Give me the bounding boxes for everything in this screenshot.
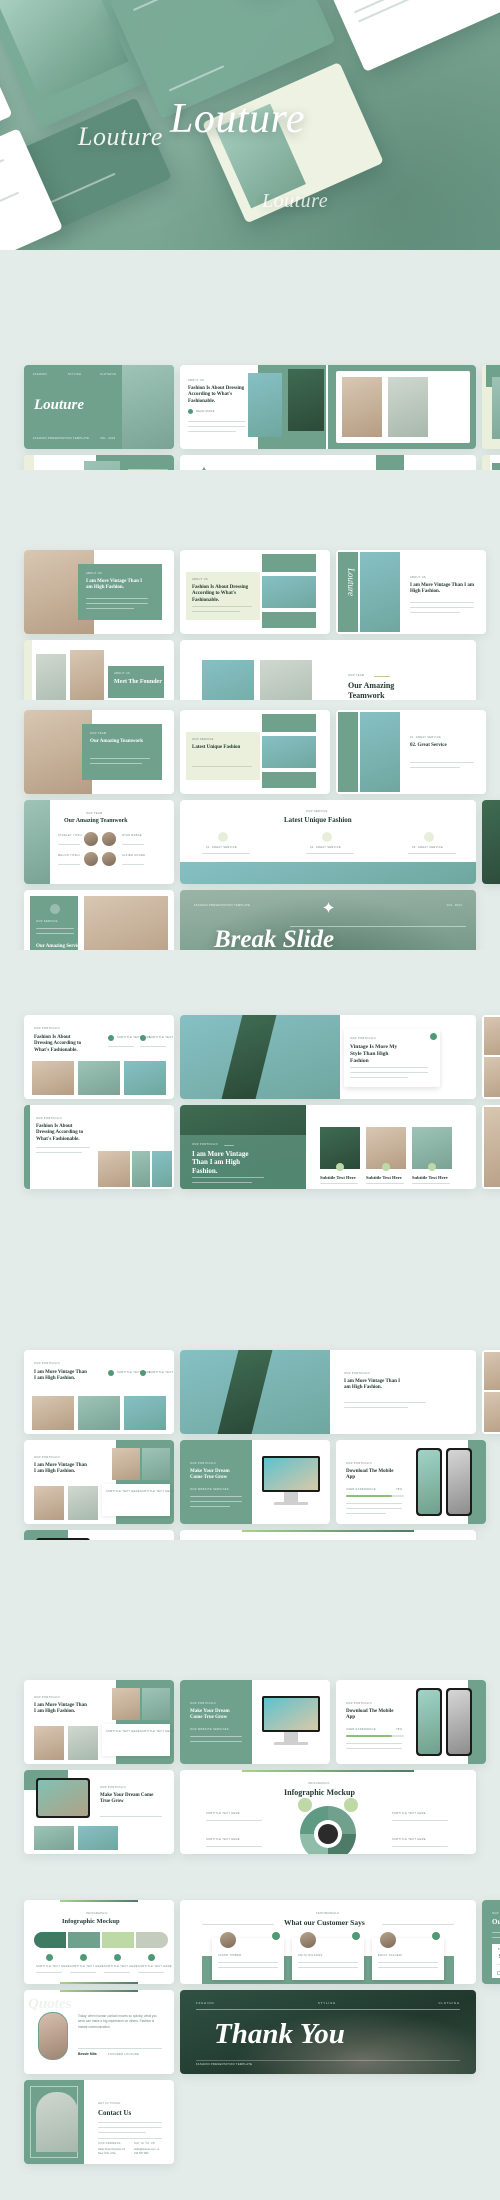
slide-mobile-app: OUR PORTFOLIO Download The Mobile App Us…: [336, 1440, 486, 1524]
slide-fashion-dressing: ABOUT US Fashion Is About Dressing Accor…: [180, 550, 330, 634]
slide-portfolio-large: OUR PORTFOLIO I am More Vintage Than I a…: [180, 1105, 476, 1189]
quote-text: Today, when human contact moves so quick…: [78, 2014, 157, 2029]
slide-vintage-style: OUR PORTFOLIO Vintage Is More My Style T…: [180, 1015, 476, 1099]
slide-testimonials: TESTIMONIALS What our Customer Says Jaso…: [180, 1900, 476, 1984]
phone-mockup: [416, 1448, 442, 1516]
contact-email: hello@louture.com +1 234 567 890: [134, 2148, 160, 2156]
quote-author: Bessie Mila: [78, 2052, 97, 2056]
slide-mosaic-portfolio: [482, 1350, 500, 1434]
section-team-slides: ABOUT US I am More Vintage Than I am Hig…: [0, 470, 500, 724]
cover-title: Louture: [34, 397, 85, 413]
slide-teamwork-circles: OUR TEAM Our Amazing Teamwork Stanley Yo…: [24, 800, 174, 884]
slide-quotes: Quotes Today, when human contact moves s…: [24, 1990, 174, 2074]
slide-vintage-overlay: ABOUT US I am More Vintage Than I am Hig…: [24, 550, 174, 634]
hero-slide-our-amazing-teamwork: [316, 0, 500, 73]
slide-tablet-dream: OUR PORTFOLIO Make Your Dream Come True …: [24, 1770, 174, 1854]
section-about-slides: Fashion Stylish Clothing Louture Fashion…: [0, 250, 500, 539]
slide-service-stack: OUR SERVICE Latest Unique Fashion: [180, 710, 330, 794]
slide-desktop-mockup: OUR PORTFOLIO Make Your Dream Come True …: [180, 1440, 330, 1524]
sparkle-icon: [323, 902, 334, 913]
slide-desktop-intro: OUR PORTFOLIO I am More Vintage Than I a…: [24, 1440, 174, 1524]
section-final-slides: OUR PORTFOLIO I am More Vintage Than I a…: [0, 1540, 500, 2200]
section-portfolio-slides: OUR PORTFOLIO Fashion Is About Dressing …: [0, 950, 500, 1240]
thank-you-title: Thank You: [214, 2018, 345, 2050]
teamwork-circles-title: Our Amazing Teamwork: [64, 818, 128, 824]
phone-mockup: [446, 1448, 472, 1516]
portfolio-card-title: Subtitle Text Here: [320, 1175, 356, 1180]
vertical-wordmark: Louture: [346, 568, 356, 597]
slide-portfolio-columns: [482, 1105, 500, 1189]
tablet-mockup: [36, 1778, 90, 1818]
slide-louture-side: 01. Great Service 02. Great Service: [336, 710, 486, 794]
slide-vintage-subtitles: OUR PORTFOLIO I am More Vintage Than I a…: [24, 1350, 174, 1434]
slide-mosaic-fashion: OUR PORTFOLIO Fashion Is About Dressing …: [482, 1015, 500, 1099]
infographic-bars-title: Infographic Mockup: [62, 1918, 120, 1925]
phone-mockup: [416, 1688, 442, 1756]
slide-infographic-bars: INFOGRAPHIC Infographic Mockup SUBTITLE …: [24, 1900, 174, 1984]
hero-mockup-banner: Louture Louture Louture: [0, 0, 500, 250]
slide-download-app: OUR PORTFOLIO Download The Mobile App Us…: [336, 1680, 486, 1764]
slide-cover: Fashion Stylish Clothing Louture Fashion…: [24, 365, 174, 449]
quotes-watermark: Quotes: [28, 1996, 72, 2012]
hero-brand-wordmark-secondary: Louture: [78, 122, 163, 151]
slide-founder-photo: OUR TEAM Our Amazing Teamwork: [24, 710, 174, 794]
desktop-monitor-mockup: [262, 1696, 320, 1732]
slide-louture-vertical: Louture ABOUT US I am More Vintage Than …: [336, 550, 486, 634]
contact-title: Contact Us: [98, 2109, 132, 2117]
hero-brand-wordmark: Louture: [170, 96, 305, 142]
phone-mockup: [446, 1688, 472, 1756]
slide-portfolio-strip: OUR PORTFOLIO Fashion Is About Dressing …: [24, 1105, 174, 1189]
slide-service-grid: 01. Great Service 02. Great Service: [482, 800, 500, 884]
teamwork-title: Our Amazing Teamwork: [348, 681, 395, 700]
portfolio-large-title: I am More Vintage Than I am High Fashion…: [192, 1150, 249, 1175]
hero-brand-wordmark-tertiary: Louture: [262, 190, 329, 212]
section-services-break: OUR TEAM Our Amazing Teamwork OUR SERVIC…: [0, 700, 500, 974]
slide-latest-unique-fashion: OUR SERVICE Latest Unique Fashion 01. Gr…: [180, 800, 476, 884]
slide-infographic-mockup-circle: INFOGRAPHIC Infographic Mockup SUBTITLE …: [180, 1770, 476, 1854]
latest-fashion-title: Latest Unique Fashion: [284, 816, 352, 824]
slide-contact-us: GET IN TOUCH Contact Us OUR ADDRESS SAY …: [24, 2080, 174, 2164]
slide-about-split: ABOUT US Fashion Is About Dressing Accor…: [180, 365, 476, 449]
infographic-title: Infographic Mockup: [284, 1788, 355, 1797]
contact-address: Hello Street Number 21 New York, USA: [98, 2148, 126, 2156]
testimonials-title: What our Customer Says: [284, 1918, 365, 1927]
slide-fashion-subtitles: OUR PORTFOLIO Fashion Is About Dressing …: [24, 1015, 174, 1099]
pricing-title: Our Pricing Table: [492, 1918, 500, 1926]
slide-dream-grow: OUR PORTFOLIO Make Your Dream Come True …: [180, 1680, 330, 1764]
services-title: Our Amazing Services: [36, 944, 84, 949]
section-mockups-infographic: OUR PORTFOLIO I am More Vintage Than I a…: [0, 1240, 500, 1614]
slide-vintage-cards: OUR PORTFOLIO I am More Vintage Than I a…: [24, 1680, 174, 1764]
meet-founder-title: Meet The Founder: [114, 679, 162, 685]
portfolio-card-title: Subtitle Text Here: [366, 1175, 402, 1180]
portfolio-card-title: Subtitle Text Here: [412, 1175, 448, 1180]
slide-about-two-col: ABOUT US Fashion Is About Dressing Accor…: [482, 365, 500, 449]
slide-vintage-story: OUR PORTFOLIO I am More Vintage Than I a…: [180, 1350, 476, 1434]
slide-thank-you: FASHION STYLISH CLOTHING Thank You Fashi…: [180, 1990, 476, 2074]
desktop-monitor-mockup: [262, 1456, 320, 1492]
slide-pricing-table: OUR PRICING PLAN Our Pricing Table BASIC…: [482, 1900, 500, 1984]
